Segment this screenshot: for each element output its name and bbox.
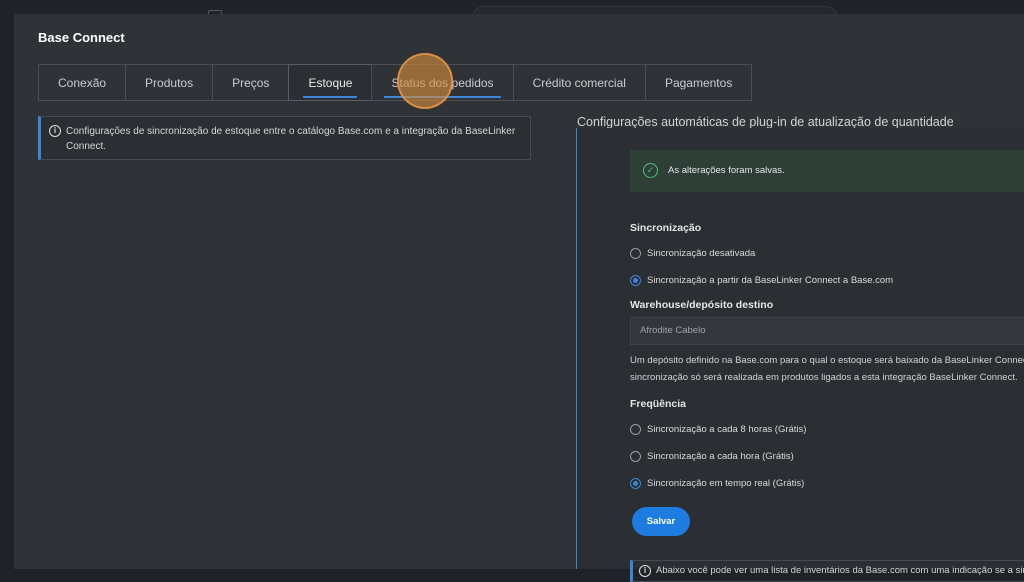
radio-sync-enabled[interactable]: Sincronização a partir da BaseLinker Con… [630, 275, 893, 286]
modal-title: Base Connect [38, 30, 125, 45]
radio-label: Sincronização em tempo real (Grátis) [647, 478, 805, 489]
radio-button-checked-icon[interactable] [630, 275, 641, 286]
check-circle-icon: ✓ [643, 163, 658, 178]
help-line: Um depósito definido na Base.com para o … [630, 355, 1024, 366]
radio-freq-8h[interactable]: Sincronização a cada 8 horas (Grátis) [630, 424, 806, 435]
tab-conexao[interactable]: Conexão [38, 64, 127, 101]
warehouse-select[interactable]: Afrodite Cabelo [630, 317, 1024, 345]
info-icon: i [639, 565, 651, 577]
radio-button-icon[interactable] [630, 451, 641, 462]
warehouse-help-text: Um depósito definido na Base.com para o … [630, 352, 1024, 386]
stock-sync-info-box: i Configurações de sincronização de esto… [38, 116, 531, 160]
radio-freq-realtime[interactable]: Sincronização em tempo real (Grátis) [630, 478, 804, 489]
tab-bar: Conexão Produtos Preços Estoque Status d… [38, 64, 753, 102]
radio-label: Sincronização a cada 8 horas (Grátis) [647, 424, 807, 435]
radio-label: Sincronização a cada hora (Grátis) [647, 451, 794, 462]
sync-label: Sincronização [630, 222, 702, 234]
radio-freq-1h[interactable]: Sincronização a cada hora (Grátis) [630, 451, 794, 462]
radio-label: Sincronização a partir da BaseLinker Con… [647, 275, 894, 286]
success-message: As alterações foram salvas. [668, 165, 785, 176]
base-connect-modal: Base Connect Conexão Produtos Preços Est… [14, 14, 1024, 582]
tab-pagamentos[interactable]: Pagamentos [644, 64, 753, 101]
stock-sync-info-text: Configurações de sincronização de estoqu… [66, 126, 516, 152]
inventory-info-box: i Abaixo você pode ver uma lista de inve… [630, 560, 1024, 582]
info-icon: i [49, 125, 61, 137]
tab-produtos[interactable]: Produtos [125, 64, 214, 101]
settings-panel: ✓ As alterações foram salvas. Sincroniza… [576, 128, 1024, 582]
tab-precos[interactable]: Preços [212, 64, 290, 101]
radio-sync-disabled[interactable]: Sincronização desativada [630, 248, 755, 259]
tab-status-dos-pedidos[interactable]: Status dos pedidos [371, 64, 514, 101]
help-line: sincronização só será realizada em produ… [630, 372, 1018, 383]
save-button[interactable]: Salvar [632, 507, 690, 536]
warehouse-label: Warehouse/depósito destino [630, 299, 774, 311]
tab-estoque[interactable]: Estoque [288, 64, 373, 101]
radio-button-checked-icon[interactable] [630, 478, 641, 489]
radio-button-icon[interactable] [630, 424, 641, 435]
radio-label: Sincronização desativada [647, 248, 756, 259]
section-title: Configurações automáticas de plug-in de … [577, 115, 954, 129]
inventory-info-text: Abaixo você pode ver uma lista de invent… [656, 565, 1024, 576]
tab-credito-comercial[interactable]: Crédito comercial [512, 64, 646, 101]
frequency-label: Freqüência [630, 398, 687, 410]
success-alert: ✓ As alterações foram salvas. [630, 150, 1024, 192]
radio-button-icon[interactable] [630, 248, 641, 259]
